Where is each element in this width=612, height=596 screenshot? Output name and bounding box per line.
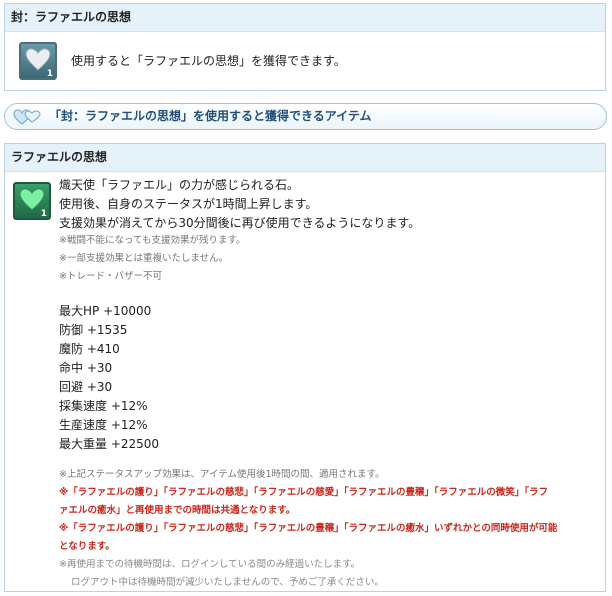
description-line: 熾天使「ラファエル」の力が感じられる石。 bbox=[59, 178, 300, 192]
description-line: 使用後、自身のステータスが1時間上昇します。 bbox=[59, 197, 318, 211]
stat-line: 防御 +1535 bbox=[59, 323, 128, 337]
icon-count: 1 bbox=[46, 69, 53, 79]
footer-note: ※再使用までの待機時間は、ログインしている間のみ経過いたします。 bbox=[59, 559, 361, 570]
stat-line: 生産速度 +12% bbox=[59, 418, 148, 432]
result-item-box: ラファエルの思想 1 熾天使「ラファエル」の力が感じられる石。 使用後、自身のス… bbox=[4, 143, 606, 592]
top-item-title: 封：ラファエルの思想 bbox=[5, 4, 605, 32]
result-item-title: ラファエルの思想 bbox=[5, 144, 605, 172]
warning-line: ※「ラファエルの護り」「ラファエルの慈悲」「ラファエルの慈愛」「ラファエルの豊穣… bbox=[59, 487, 548, 498]
warning-line: ァエルの癒水」と再使用までの時間は共通となります。 bbox=[59, 505, 296, 516]
warning-line: ※「ラファエルの護り」「ラファエルの慈悲」「ラファエルの豊穣」「ラファエルの癒水… bbox=[59, 523, 558, 534]
description-line: 支援効果が消えてから30分間後に再び使用できるようになります。 bbox=[59, 216, 421, 230]
stat-line: 最大HP +10000 bbox=[59, 304, 152, 318]
obtainable-items-banner: 「封：ラファエルの思想」を使用すると獲得できるアイテム bbox=[4, 103, 607, 130]
warning-line: となります。 bbox=[59, 541, 115, 552]
footer-note: ログアウト中は待機時間が減少いたしませんので、予めご了承ください。 bbox=[71, 577, 384, 588]
footer-note: ※上記ステータスアップ効果は、アイテム使用後1時間の間、適用されます。 bbox=[59, 469, 385, 480]
gray-heart-icon: 1 bbox=[19, 42, 57, 80]
note-line: ※トレード・バザー不可 bbox=[59, 271, 162, 282]
double-heart-icon bbox=[13, 109, 41, 125]
top-item-box: 封：ラファエルの思想 1 使用すると「ラファエルの思想」を獲得できます。 bbox=[4, 3, 606, 91]
top-item-description: 使用すると「ラファエルの思想」を獲得できます。 bbox=[71, 54, 346, 68]
green-heart-icon: 1 bbox=[13, 182, 51, 220]
stat-line: 採集速度 +12% bbox=[59, 399, 148, 413]
icon-count: 1 bbox=[40, 209, 47, 219]
note-line: ※戦闘不能になっても支援効果が残ります。 bbox=[59, 235, 246, 246]
stat-line: 命中 +30 bbox=[59, 361, 113, 375]
stat-line: 魔防 +410 bbox=[59, 342, 120, 356]
stat-line: 最大重量 +22500 bbox=[59, 437, 160, 451]
note-line: ※一部支援効果とは重複いたしません。 bbox=[59, 253, 229, 264]
stat-line: 回避 +30 bbox=[59, 380, 113, 394]
banner-text: 「封：ラファエルの思想」を使用すると獲得できるアイテム bbox=[49, 109, 372, 123]
